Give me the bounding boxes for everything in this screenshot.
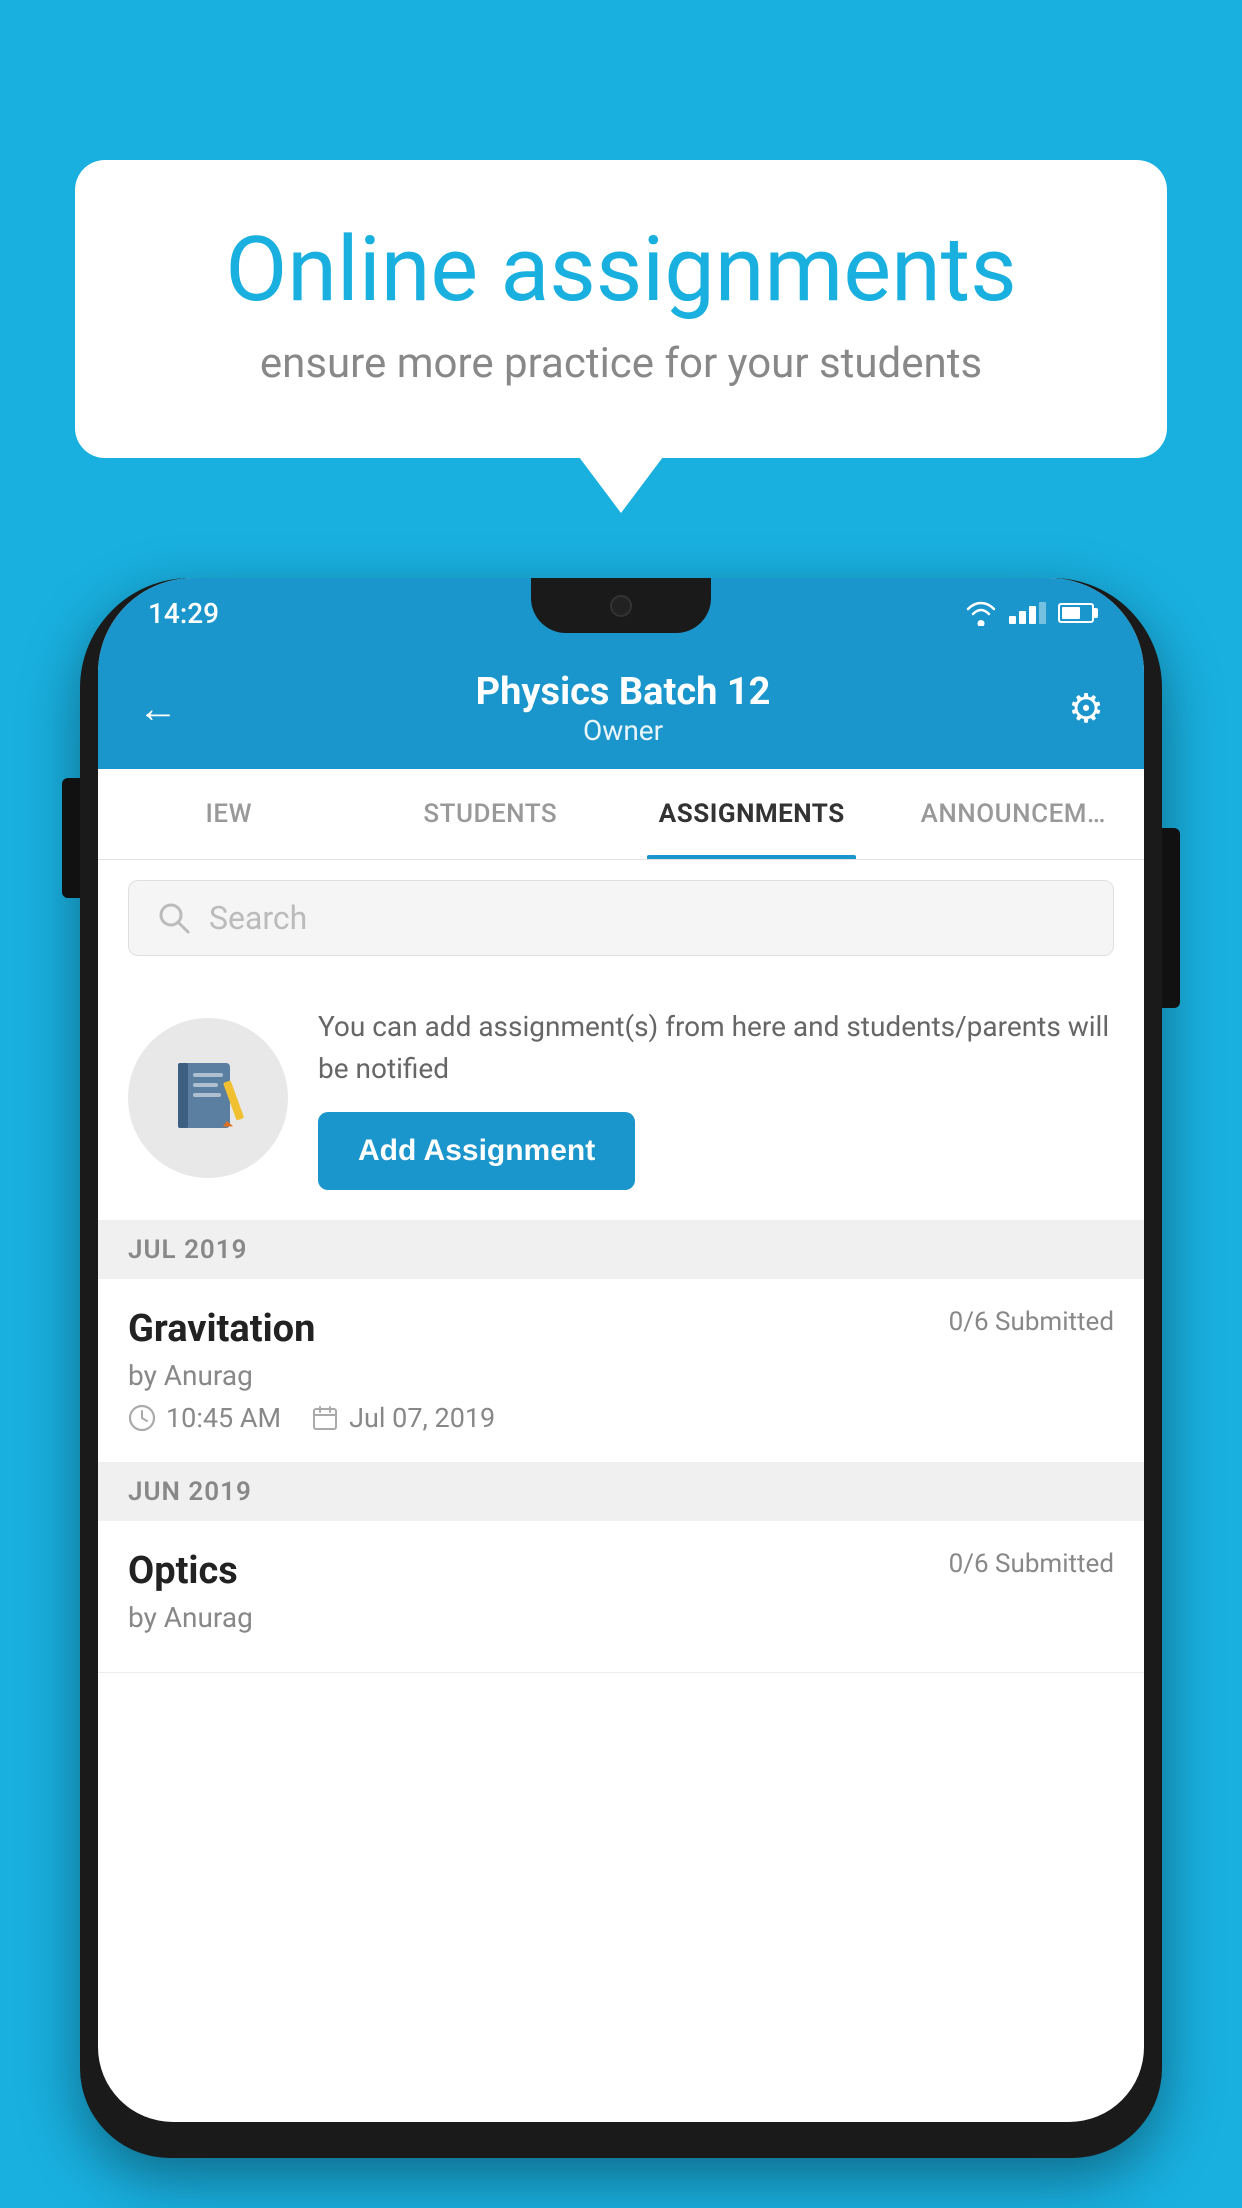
settings-icon[interactable]: ⚙	[1068, 685, 1104, 732]
battery-fill	[1062, 607, 1080, 619]
assignment-gravitation[interactable]: Gravitation 0/6 Submitted by Anurag 10:4…	[98, 1279, 1144, 1463]
status-bar: 14:29	[98, 578, 1144, 648]
phone-container: 14:29	[80, 560, 1162, 2208]
assignment-time: 10:45 AM	[128, 1402, 281, 1434]
wifi-icon	[965, 600, 997, 626]
notebook-icon	[163, 1053, 253, 1143]
assignment-date: Jul 07, 2019	[311, 1402, 495, 1434]
add-assignment-button[interactable]: Add Assignment	[318, 1112, 635, 1190]
assignment-optics[interactable]: Optics 0/6 Submitted by Anurag	[98, 1521, 1144, 1673]
tab-assignments[interactable]: ASSIGNMENTS	[621, 769, 883, 859]
speech-bubble: Online assignments ensure more practice …	[75, 160, 1167, 458]
search-container: Search	[98, 860, 1144, 976]
status-icons	[965, 600, 1094, 626]
notch	[531, 578, 711, 633]
assignment-by: by Anurag	[128, 1359, 1114, 1392]
bubble-subtitle: ensure more practice for your students	[155, 339, 1087, 388]
search-box[interactable]: Search	[128, 880, 1114, 956]
phone-frame: 14:29	[80, 578, 1162, 2158]
promo-description: You can add assignment(s) from here and …	[318, 1006, 1114, 1090]
assignment-optics-top-row: Optics 0/6 Submitted	[128, 1549, 1114, 1593]
assignment-optics-name: Optics	[128, 1549, 238, 1593]
search-placeholder: Search	[209, 899, 307, 937]
app-header: ← Physics Batch 12 Owner ⚙	[98, 648, 1144, 769]
tab-announcements[interactable]: ANNOUNCEM…	[883, 769, 1145, 859]
assignment-top-row: Gravitation 0/6 Submitted	[128, 1307, 1114, 1351]
assignment-optics-by: by Anurag	[128, 1601, 1114, 1634]
calendar-icon	[311, 1404, 339, 1432]
bubble-title: Online assignments	[155, 220, 1087, 319]
status-time: 14:29	[148, 597, 219, 630]
clock-icon	[128, 1404, 156, 1432]
batch-name: Physics Batch 12	[476, 670, 771, 714]
promo-bubble: Online assignments ensure more practice …	[75, 160, 1167, 458]
header-center: Physics Batch 12 Owner	[476, 670, 771, 747]
camera-dot	[610, 595, 632, 617]
promo-icon-circle	[128, 1018, 288, 1178]
assignment-optics-submitted: 0/6 Submitted	[949, 1549, 1114, 1579]
signal-bars-icon	[1009, 602, 1046, 624]
tab-overview[interactable]: IEW	[98, 769, 360, 859]
assignment-details: 10:45 AM Jul 07, 2019	[128, 1402, 1114, 1434]
tabs-container: IEW STUDENTS ASSIGNMENTS ANNOUNCEM…	[98, 769, 1144, 860]
section-jul-2019: JUL 2019	[98, 1221, 1144, 1279]
assignment-submitted: 0/6 Submitted	[949, 1307, 1114, 1337]
assignment-name: Gravitation	[128, 1307, 315, 1351]
search-icon	[157, 901, 191, 935]
tab-students[interactable]: STUDENTS	[360, 769, 622, 859]
section-jun-2019: JUN 2019	[98, 1463, 1144, 1521]
phone-screen: 14:29	[98, 578, 1144, 2122]
promo-text: You can add assignment(s) from here and …	[318, 1006, 1114, 1190]
battery-icon	[1058, 603, 1094, 623]
batch-role: Owner	[476, 714, 771, 747]
back-button[interactable]: ←	[138, 685, 178, 732]
promo-card: You can add assignment(s) from here and …	[98, 976, 1144, 1221]
